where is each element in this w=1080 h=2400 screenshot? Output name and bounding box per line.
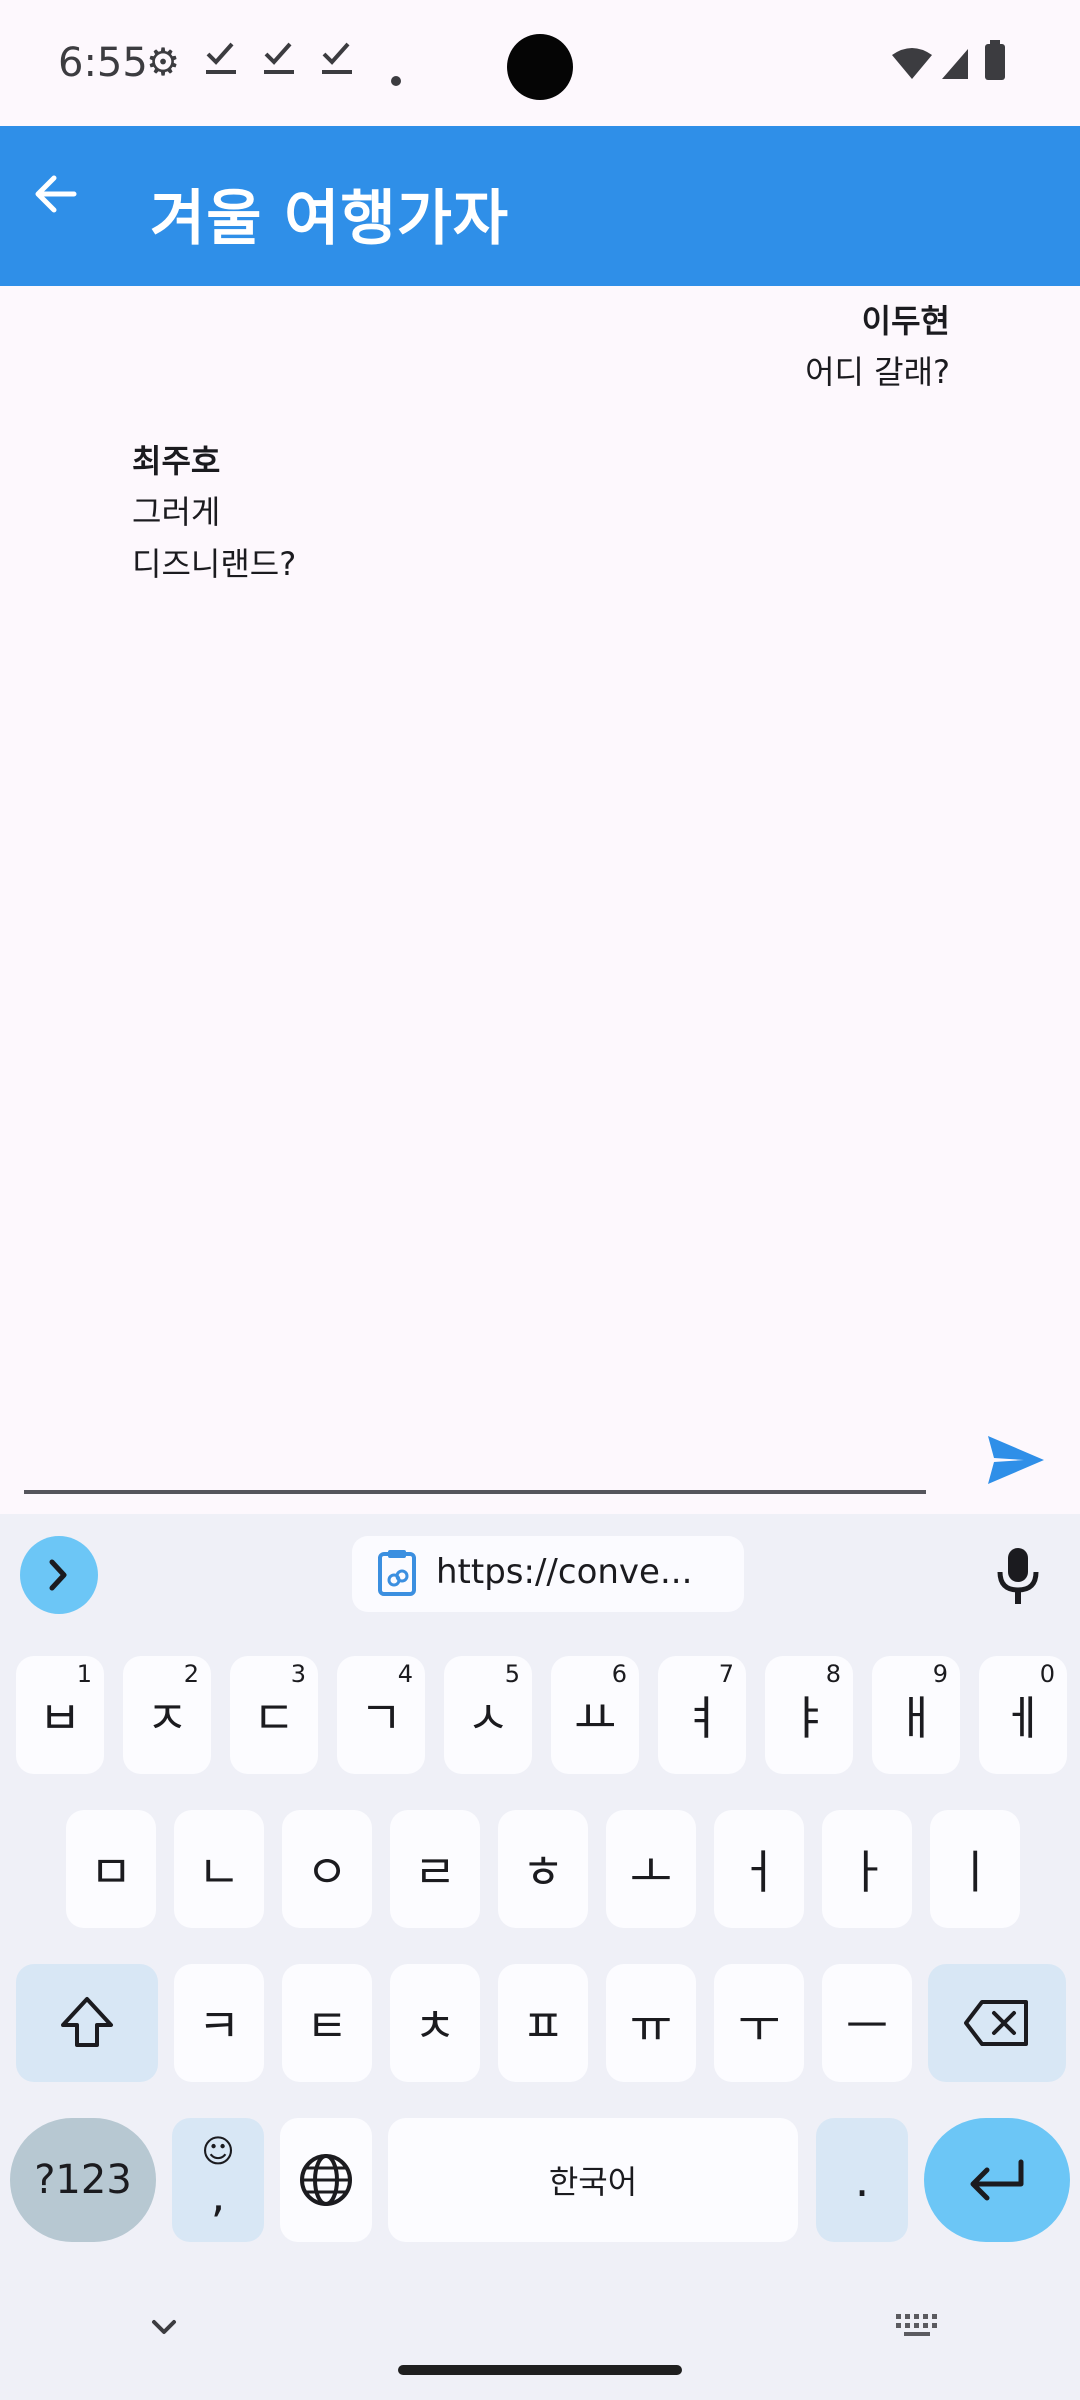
send-icon	[988, 1436, 1044, 1484]
key-ㅌ[interactable]: ㅌ	[282, 1964, 372, 2082]
clipboard-icon	[378, 1550, 416, 1596]
key-ㅛ[interactable]: 6ㅛ	[551, 1656, 639, 1774]
key-ㅡ[interactable]: ㅡ	[822, 1964, 912, 2082]
key-ㅊ[interactable]: ㅊ	[390, 1964, 480, 2082]
key-ㅗ[interactable]: ㅗ	[606, 1810, 696, 1928]
key-ㅠ[interactable]: ㅠ	[606, 1964, 696, 2082]
key-ㄷ[interactable]: 3ㄷ	[230, 1656, 318, 1774]
key-ㅂ[interactable]: 1ㅂ	[16, 1656, 104, 1774]
camera-cutout	[507, 34, 573, 100]
backspace-icon	[964, 2000, 1028, 2046]
key-ㅇ[interactable]: ㅇ	[282, 1810, 372, 1928]
message-input[interactable]	[24, 1420, 926, 1490]
enter-icon	[970, 2159, 1024, 2201]
key-ㅕ[interactable]: 7ㅕ	[658, 1656, 746, 1774]
message-item: 이두현 어디 갈래?	[805, 296, 950, 398]
keyboard-switch-button[interactable]	[892, 2304, 944, 2352]
clipboard-text: https://conve...	[436, 1552, 693, 1592]
status-bar: 6:55 ⚙	[0, 0, 1080, 126]
key-ㄹ[interactable]: ㄹ	[390, 1810, 480, 1928]
download-done-icon	[204, 38, 238, 87]
settings-gear-icon: ⚙	[146, 40, 181, 84]
back-arrow-icon[interactable]	[28, 166, 84, 222]
key-ㅍ[interactable]: ㅍ	[498, 1964, 588, 2082]
key-ㅑ[interactable]: 8ㅑ	[765, 1656, 853, 1774]
globe-icon	[300, 2154, 352, 2206]
signal-icon	[940, 44, 970, 92]
message-text: 그러게	[132, 493, 221, 531]
status-time: 6:55	[58, 40, 148, 86]
chevron-right-icon	[49, 1559, 67, 1591]
symbols-key[interactable]: ?123	[10, 2118, 156, 2242]
send-button[interactable]	[980, 1424, 1052, 1496]
shift-key[interactable]	[16, 1964, 158, 2082]
space-key[interactable]: 한국어	[388, 2118, 798, 2242]
emoji-comma-key[interactable]: ☺ ,	[172, 2118, 264, 2242]
page-title: 겨울 여행가자	[150, 184, 510, 254]
period-key[interactable]: .	[816, 2118, 908, 2242]
shift-icon	[61, 1997, 113, 2047]
key-ㅎ[interactable]: ㅎ	[498, 1810, 588, 1928]
key-ㅏ[interactable]: ㅏ	[822, 1810, 912, 1928]
key-ㄱ[interactable]: 4ㄱ	[337, 1656, 425, 1774]
message-text: 어디 갈래?	[805, 353, 950, 391]
app-bar: 겨울 여행가자	[0, 126, 1080, 286]
chevron-down-icon	[152, 2320, 176, 2334]
message-item: 최주호 그러게 디즈니랜드?	[132, 436, 296, 590]
message-sender: 최주호	[132, 442, 221, 480]
download-done-icon	[320, 38, 354, 87]
message-sender: 이두현	[861, 302, 950, 340]
wifi-icon	[892, 44, 932, 92]
key-ㅣ[interactable]: ㅣ	[930, 1810, 1020, 1928]
keyboard: https://conve... 1ㅂ 2ㅈ 3ㄷ 4ㄱ 5ㅅ 6ㅛ 7ㅕ 8ㅑ…	[0, 1514, 1080, 2400]
microphone-icon	[997, 1548, 1039, 1604]
language-key[interactable]	[280, 2118, 372, 2242]
emoji-icon: ☺	[201, 2132, 235, 2170]
key-ㅈ[interactable]: 2ㅈ	[123, 1656, 211, 1774]
navigation-handle[interactable]	[398, 2365, 682, 2375]
message-text: 디즈니랜드?	[132, 545, 297, 583]
notification-dot-icon	[390, 50, 402, 98]
key-ㅅ[interactable]: 5ㅅ	[444, 1656, 532, 1774]
key-ㅜ[interactable]: ㅜ	[714, 1964, 804, 2082]
microphone-button[interactable]	[990, 1544, 1046, 1608]
message-input-underline	[24, 1490, 926, 1494]
enter-key[interactable]	[924, 2118, 1070, 2242]
keyboard-expand-button[interactable]	[20, 1536, 98, 1614]
key-ㅐ[interactable]: 9ㅐ	[872, 1656, 960, 1774]
battery-icon	[984, 40, 1006, 91]
backspace-key[interactable]	[928, 1964, 1066, 2082]
key-ㅓ[interactable]: ㅓ	[714, 1810, 804, 1928]
download-done-icon	[262, 38, 296, 87]
keyboard-icon	[896, 2314, 937, 2336]
clipboard-suggestion[interactable]: https://conve...	[352, 1536, 744, 1612]
key-ㅁ[interactable]: ㅁ	[66, 1810, 156, 1928]
key-ㅔ[interactable]: 0ㅔ	[979, 1656, 1067, 1774]
hide-keyboard-button[interactable]	[140, 2304, 188, 2352]
key-ㅋ[interactable]: ㅋ	[174, 1964, 264, 2082]
key-ㄴ[interactable]: ㄴ	[174, 1810, 264, 1928]
